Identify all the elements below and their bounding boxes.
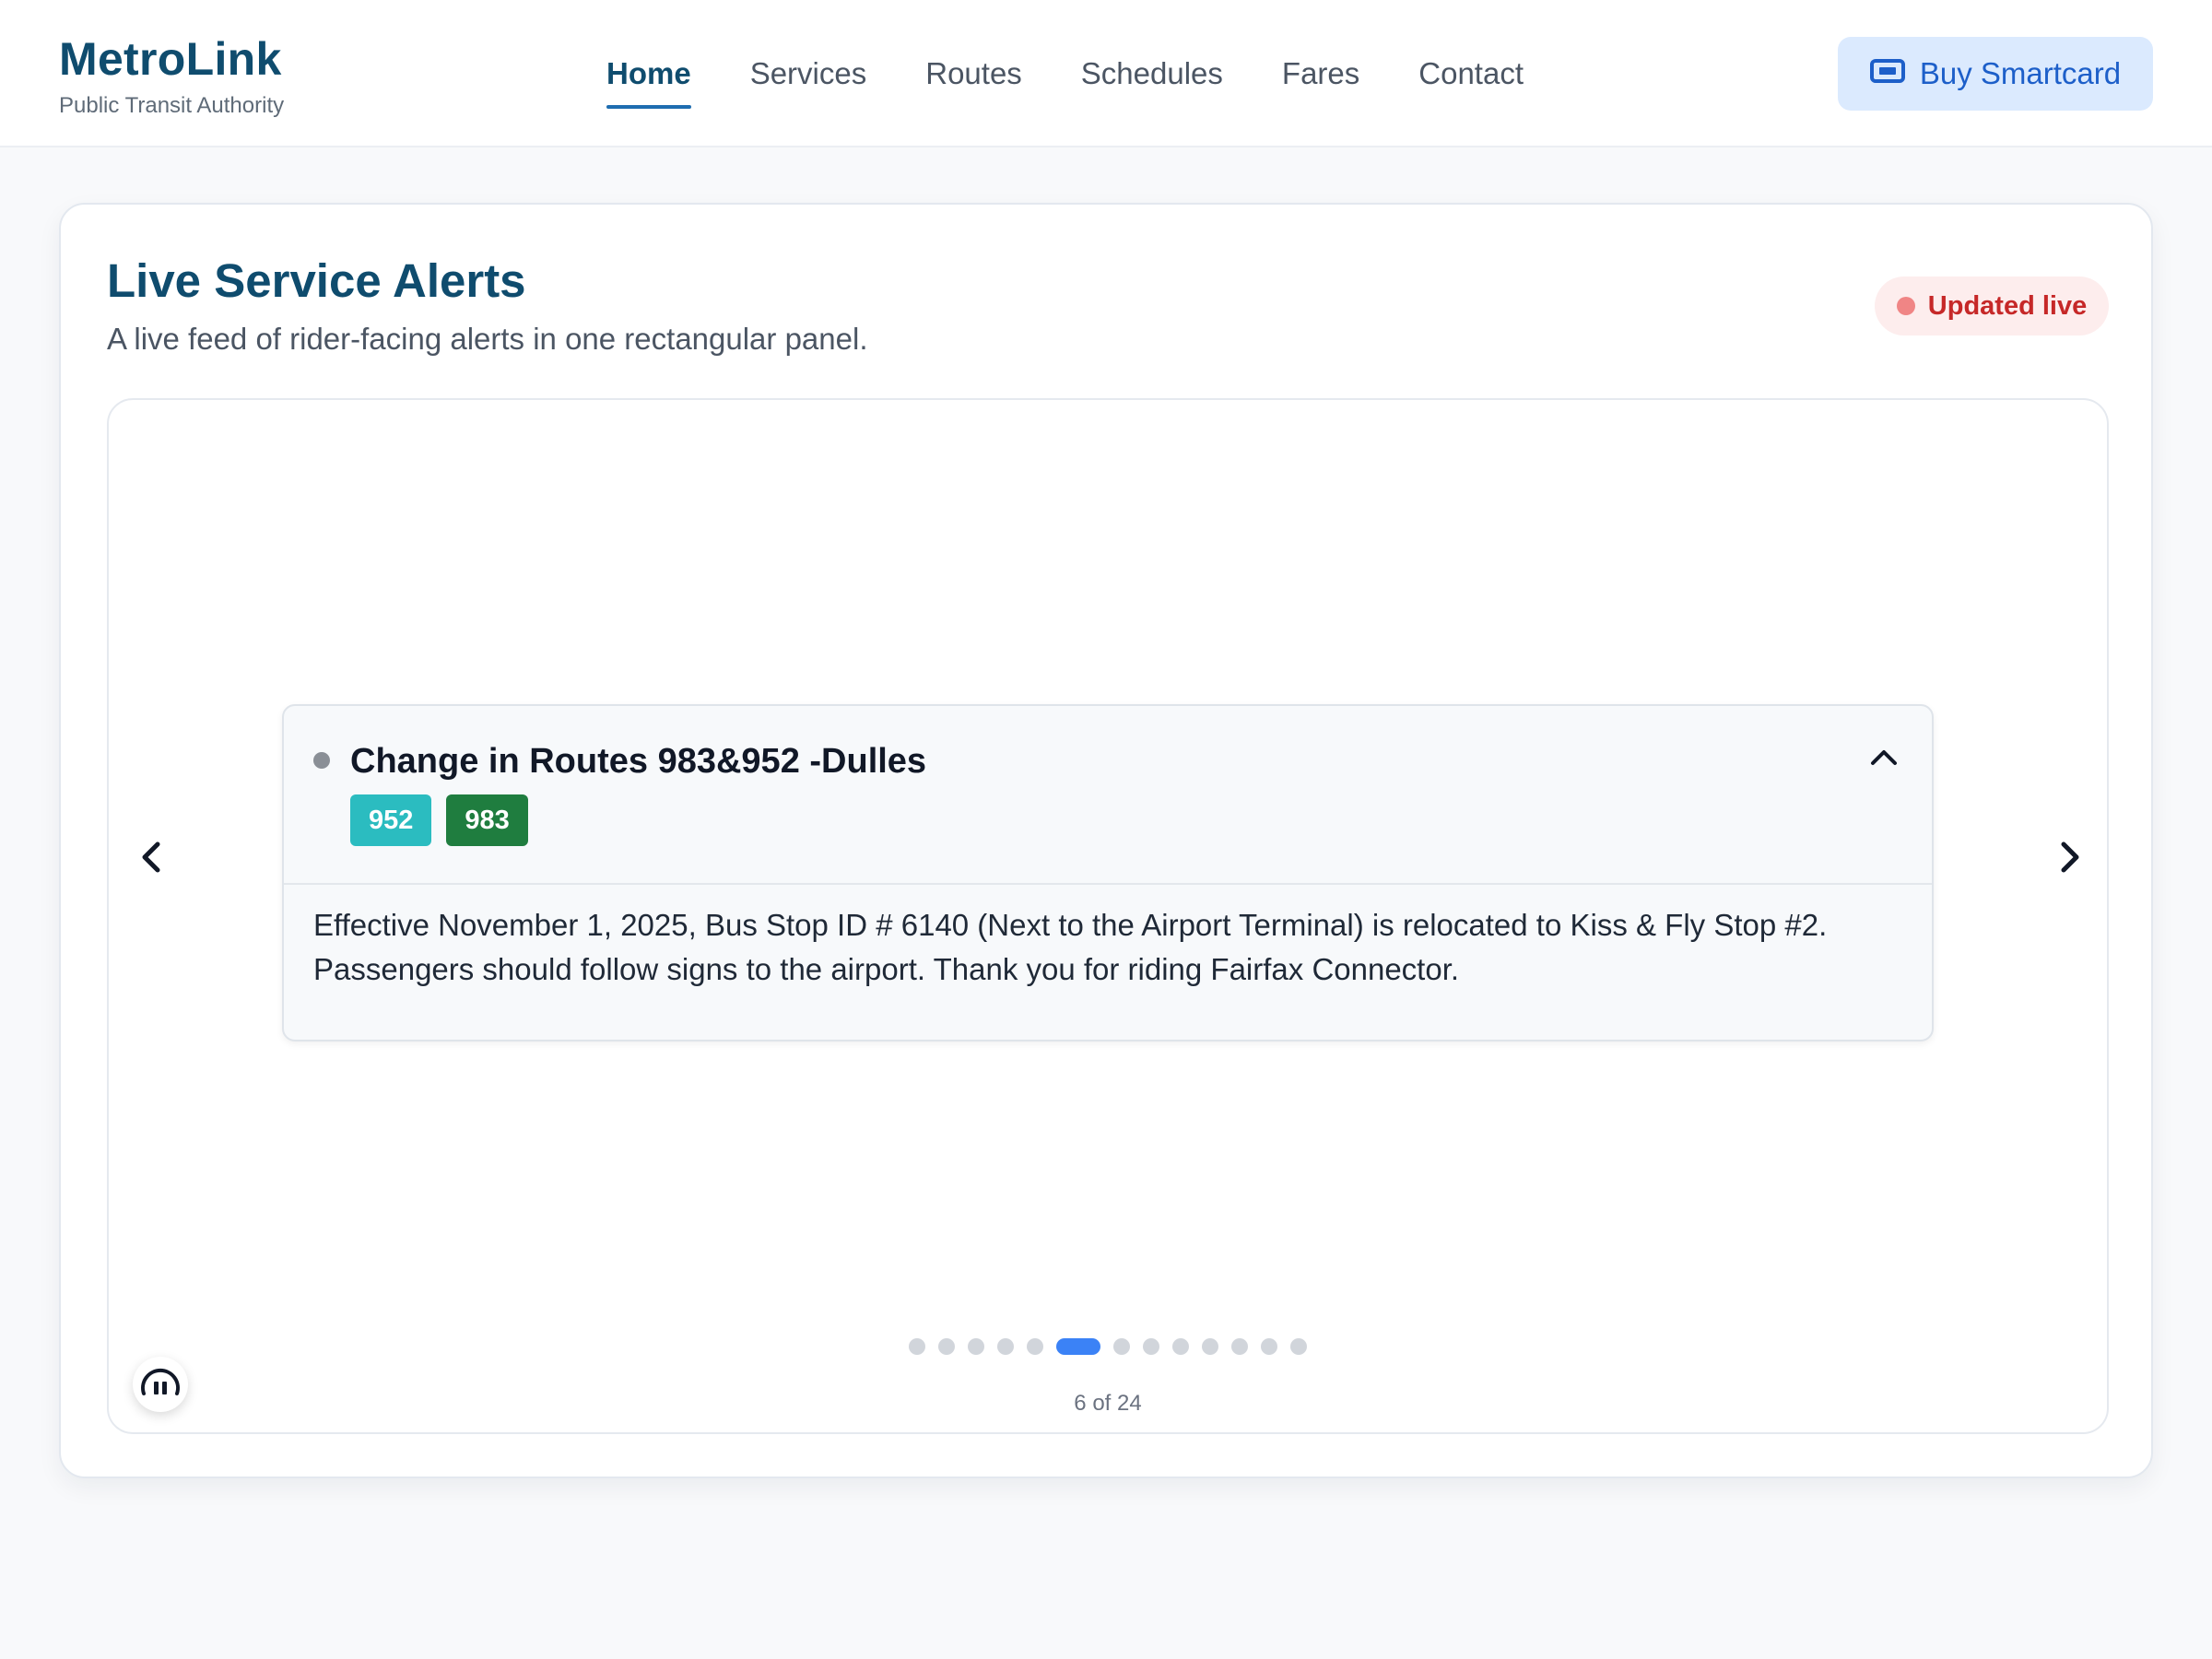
pagination-dot[interactable] [1113, 1338, 1130, 1355]
pagination-dot[interactable] [938, 1338, 955, 1355]
pagination-dot[interactable] [1027, 1338, 1043, 1355]
page-title: Live Service Alerts [107, 254, 526, 307]
pause-icon [141, 1368, 180, 1395]
main-nav: Home Services Routes Schedules Fares Con… [606, 44, 1583, 109]
buy-smartcard-button[interactable]: Buy Smartcard [1838, 37, 2153, 111]
next-alert-button[interactable] [2042, 830, 2098, 885]
nav-item-contact[interactable]: Contact [1418, 44, 1524, 103]
pagination-dot[interactable] [968, 1338, 984, 1355]
nav-item-routes[interactable]: Routes [925, 44, 1022, 103]
pagination-dot[interactable] [1172, 1338, 1189, 1355]
pagination-dot[interactable] [1143, 1338, 1159, 1355]
pagination-dot[interactable] [1202, 1338, 1218, 1355]
previous-alert-button[interactable] [124, 830, 179, 885]
carousel-pagination [109, 1338, 2107, 1355]
brand-name: MetroLink [59, 33, 282, 85]
chevron-up-icon [1871, 750, 1897, 765]
buy-smartcard-label: Buy Smartcard [1919, 56, 2122, 90]
pagination-dot[interactable] [1290, 1338, 1307, 1355]
live-status-label: Updated live [1927, 290, 2088, 321]
alert-title[interactable]: Change in Routes 983&952 -Dulles [350, 739, 926, 783]
pagination-dot[interactable] [1261, 1338, 1277, 1355]
brand[interactable]: MetroLink Public Transit Authority [59, 31, 284, 120]
route-tag-952: 952 [350, 794, 432, 846]
nav-item-fares[interactable]: Fares [1282, 44, 1359, 103]
nav-item-schedules[interactable]: Schedules [1081, 44, 1223, 103]
pagination-dot-active[interactable] [1056, 1338, 1100, 1355]
pagination-dot[interactable] [909, 1338, 925, 1355]
service-alerts-card: Live Service Alerts A live feed of rider… [59, 203, 2153, 1478]
nav-item-services[interactable]: Services [750, 44, 867, 103]
collapse-alert-button[interactable] [1865, 739, 1902, 776]
pagination-dot[interactable] [1231, 1338, 1248, 1355]
alert-body: Effective November 1, 2025, Bus Stop ID … [313, 908, 1828, 986]
pagination-dot[interactable] [997, 1338, 1014, 1355]
alert-card: Change in Routes 983&952 -Dulles 952 983… [282, 704, 1934, 1041]
top-navigation-bar: MetroLink Public Transit Authority Home … [0, 0, 2212, 147]
chevron-left-icon [142, 841, 160, 873]
slide-counter: 6 of 24 [1074, 1391, 1142, 1416]
live-indicator-icon [1896, 297, 1915, 315]
route-tag-983: 983 [446, 794, 528, 846]
nav-item-home[interactable]: Home [606, 44, 691, 109]
alerts-carousel: Change in Routes 983&952 -Dulles 952 983… [107, 398, 2109, 1434]
alert-status-dot [313, 752, 330, 769]
chevron-right-icon [2061, 841, 2079, 873]
brand-subtitle: Public Transit Authority [59, 93, 285, 118]
live-status-badge: Updated live [1875, 276, 2109, 335]
divider [284, 883, 1932, 885]
page-subtitle: A live feed of rider-facing alerts in on… [107, 322, 868, 356]
pause-autoplay-button[interactable] [133, 1357, 188, 1412]
route-tags: 952 983 [350, 794, 528, 846]
ticket-icon [1869, 56, 1905, 91]
